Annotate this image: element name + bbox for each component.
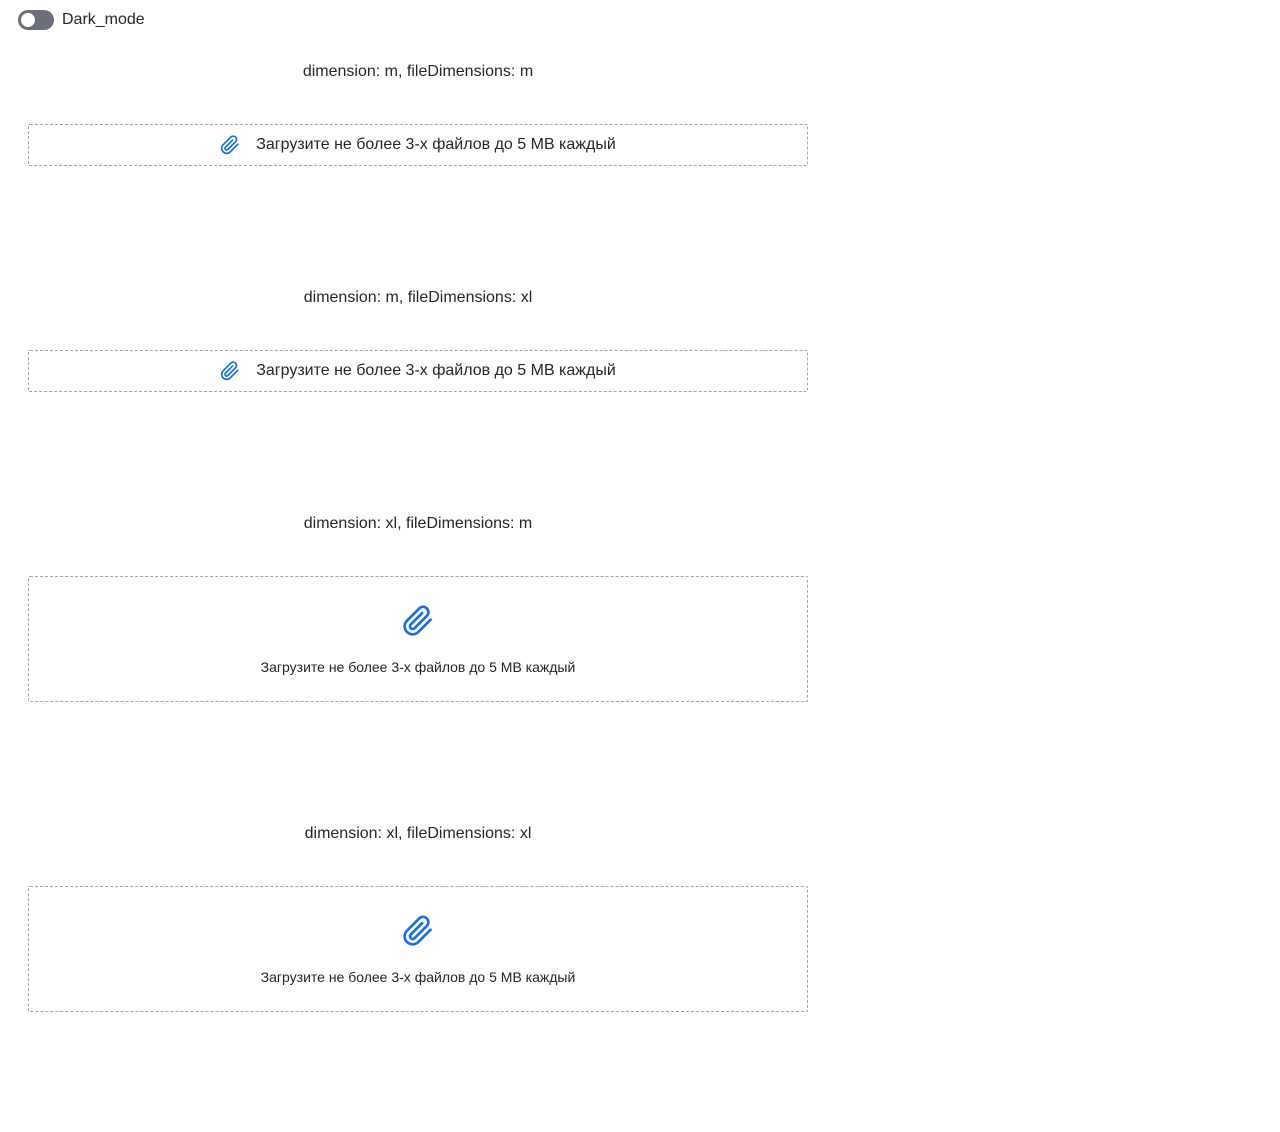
section-title-m-m: dimension: m, fileDimensions: m xyxy=(302,63,534,80)
dropzone-text: Загрузите не более 3-х файлов до 5 MB ка… xyxy=(260,659,576,675)
paperclip-icon xyxy=(220,361,240,381)
dropzone-text: Загрузите не более 3-х файлов до 5 MB ка… xyxy=(256,136,616,153)
section-title-m-xl: dimension: m, fileDimensions: xl xyxy=(303,289,533,306)
dropzone-text: Загрузите не более 3-х файлов до 5 MB ка… xyxy=(256,362,616,379)
section-title-xl-m: dimension: xl, fileDimensions: m xyxy=(303,515,533,532)
dark-mode-label: Dark_mode xyxy=(62,11,145,28)
file-dropzone-xl-xl[interactable]: Загрузите не более 3-х файлов до 5 MB ка… xyxy=(28,886,808,1012)
dark-mode-toggle[interactable] xyxy=(18,10,54,30)
section-title-xl-xl: dimension: xl, fileDimensions: xl xyxy=(304,825,532,842)
dark-mode-toggle-row: Dark_mode xyxy=(18,10,145,30)
file-dropzone-m-m[interactable]: Загрузите не более 3-х файлов до 5 MB ка… xyxy=(28,124,808,166)
paperclip-icon xyxy=(402,915,434,947)
paperclip-icon xyxy=(402,605,434,637)
file-dropzone-xl-m[interactable]: Загрузите не более 3-х файлов до 5 MB ка… xyxy=(28,576,808,702)
dropzone-text: Загрузите не более 3-х файлов до 5 MB ка… xyxy=(260,969,576,985)
file-dropzone-m-xl[interactable]: Загрузите не более 3-х файлов до 5 MB ка… xyxy=(28,350,808,392)
toggle-knob xyxy=(21,13,35,27)
paperclip-icon xyxy=(220,135,240,155)
